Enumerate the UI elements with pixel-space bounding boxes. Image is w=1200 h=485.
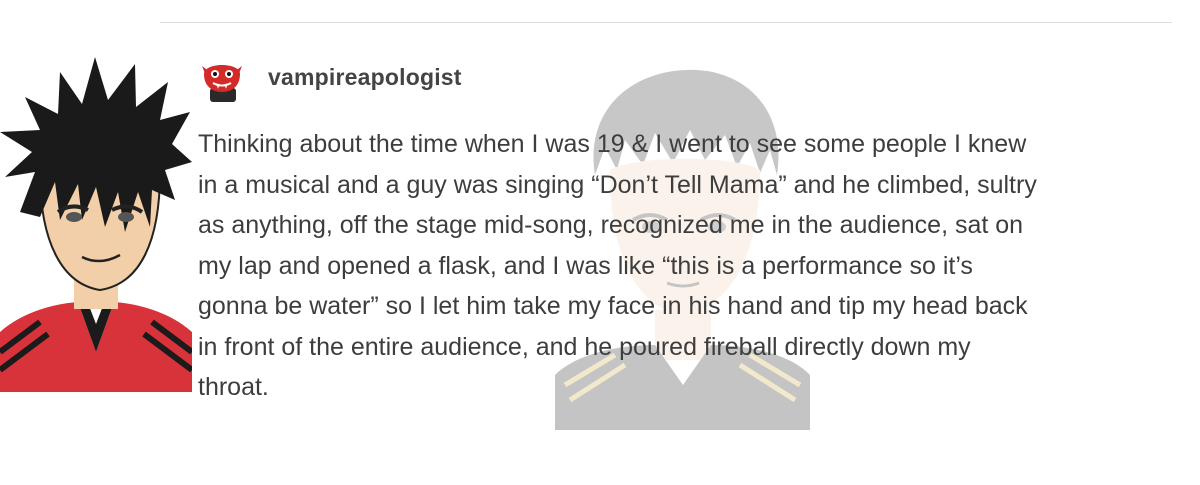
post-body-line: my lap and opened a flask, and I was lik…: [198, 251, 973, 280]
post-body: Thinking about the time when I was 19 & …: [198, 124, 1133, 408]
post-body-line: as anything, off the stage mid-song, rec…: [198, 211, 1024, 239]
post-body-line: in a musical and a guy was singing “Don’…: [198, 170, 1037, 199]
avatar-icon[interactable]: [196, 56, 248, 104]
post-body-line: throat.: [198, 373, 269, 401]
post-username[interactable]: vampireapologist: [268, 64, 462, 91]
post-body-line: gonna be water” so I let him take my fac…: [198, 292, 1028, 320]
post-divider: [160, 22, 1172, 23]
post-body-line: in front of the entire audience, and he …: [198, 332, 971, 361]
post-body-line: Thinking about the time when I was 19 & …: [198, 130, 1027, 158]
spiky-haired-character-illustration: [0, 57, 192, 392]
